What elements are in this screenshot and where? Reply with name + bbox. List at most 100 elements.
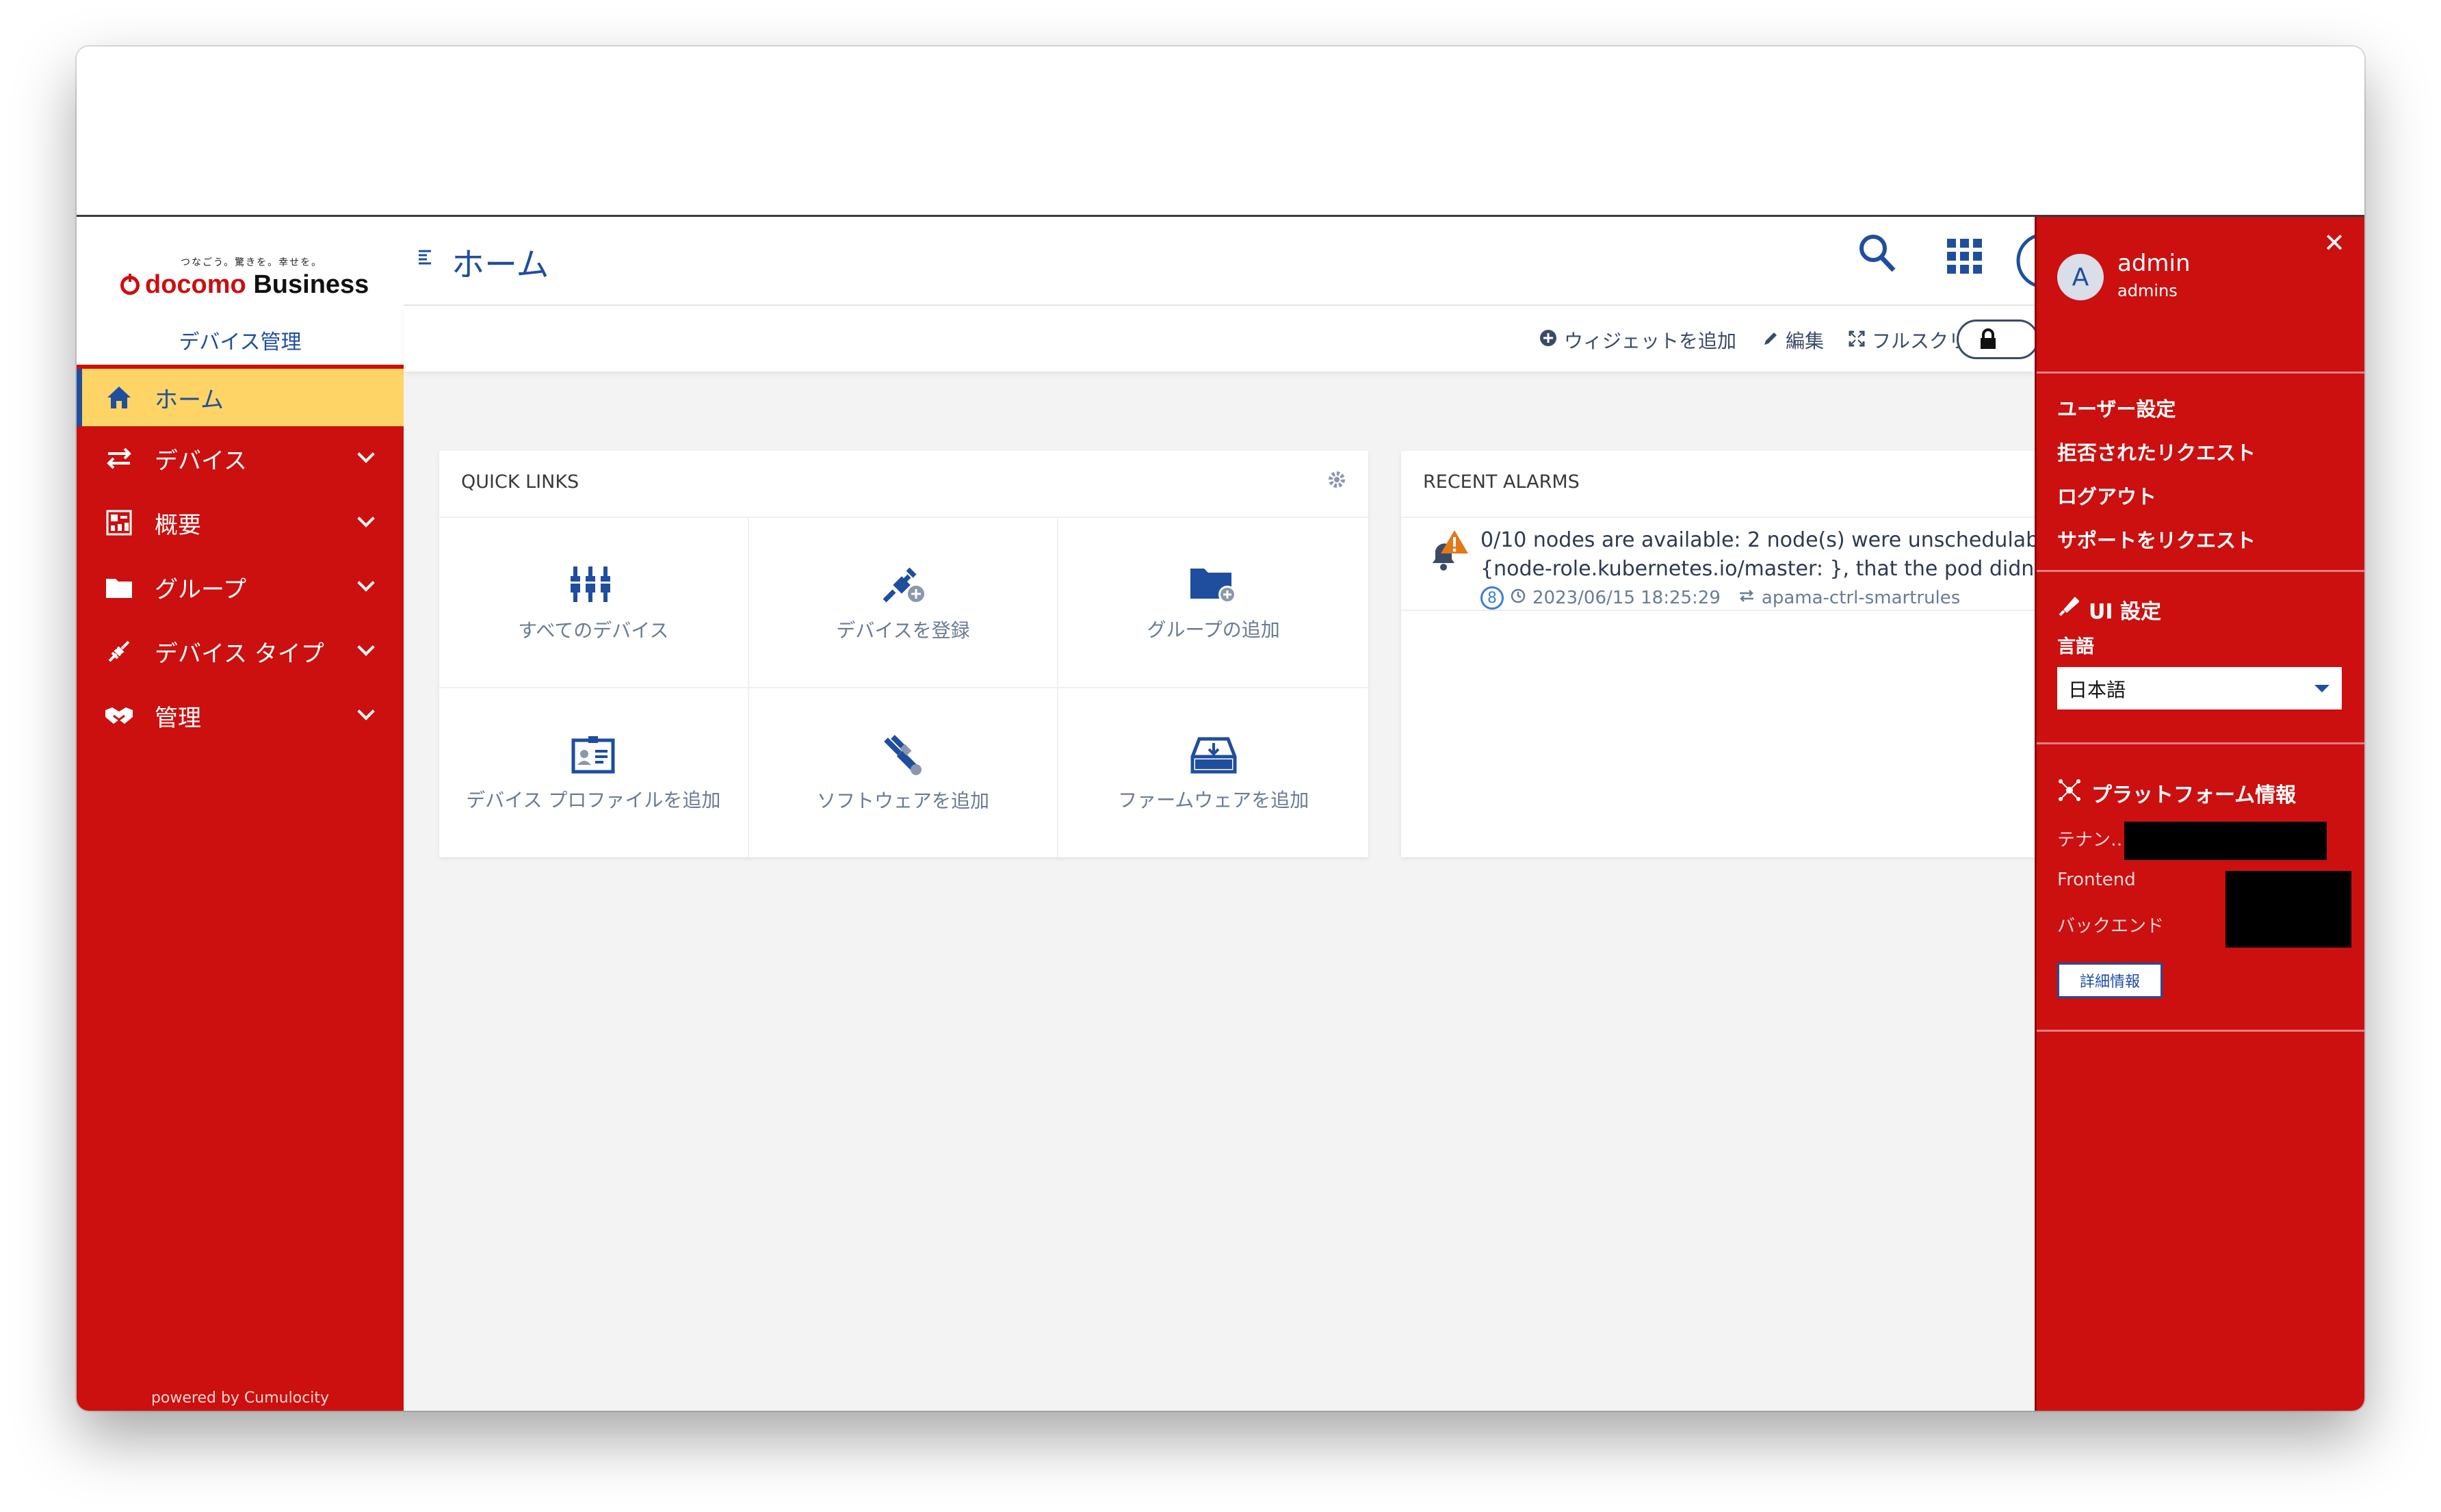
action-bar: ウィジェットを追加 編集 フルスクリーン	[404, 306, 2039, 372]
add-widget-button[interactable]: ウィジェットを追加	[1539, 326, 1736, 354]
brand-name-docomo: docomo	[145, 270, 246, 299]
brand-header: つなごう。驚きを。幸せを。 docomo Business デバイス管理	[77, 217, 404, 369]
brand-logo[interactable]: docomo Business	[120, 270, 369, 300]
sidebar-item-label: デバイス タイプ	[155, 640, 324, 668]
handshake-icon	[104, 702, 134, 729]
user-settings-link[interactable]: ユーザー設定	[2057, 393, 2176, 422]
denied-requests-link[interactable]: 拒否されたリクエスト	[2057, 437, 2256, 466]
home-icon	[104, 384, 134, 411]
sidebar-item-devices[interactable]: デバイス	[77, 426, 404, 491]
quick-link-add-group[interactable]: グループの追加	[1058, 517, 1368, 687]
transfer-icon	[1738, 588, 1755, 608]
paint-brush-icon	[2057, 596, 2080, 623]
quick-links-title: QUICK LINKS	[461, 471, 579, 493]
divider	[2037, 742, 2364, 744]
quick-link-add-software[interactable]: ソフトウェアを追加	[748, 687, 1059, 857]
alarm-message[interactable]: 0/10 nodes are available: 2 node(s) were…	[1480, 526, 2041, 584]
details-button[interactable]: 詳細情報	[2057, 963, 2163, 998]
language-select[interactable]: 日本語	[2057, 667, 2342, 709]
request-support-link[interactable]: サポートをリクエスト	[2057, 525, 2256, 553]
sidebar-item-label: ホーム	[155, 386, 224, 414]
quick-link-add-device-profile[interactable]: デバイス プロファイルを追加	[439, 687, 749, 857]
logout-link[interactable]: ログアウト	[2057, 481, 2156, 510]
page-title: ホーム	[452, 246, 549, 284]
language-label: 言語	[2057, 636, 2094, 657]
powered-by: powered by Cumulocity	[151, 1390, 330, 1407]
sidebar-item-device-types[interactable]: デバイス タイプ	[77, 619, 404, 683]
sidebar-item-label: 管理	[155, 704, 201, 732]
divider	[2037, 372, 2364, 374]
add-widget-label: ウィジェットを追加	[1564, 330, 1737, 352]
backend-label: バックエンド	[2057, 916, 2165, 937]
user-group: admins	[2117, 281, 2178, 300]
sidebar-item-groups[interactable]: グループ	[77, 555, 404, 619]
chevron-down-icon	[357, 574, 375, 592]
lock-icon	[1978, 328, 2000, 350]
app-window: つなごう。驚きを。幸せを。 docomo Business デバイス管理 ホーム…	[77, 47, 2364, 1411]
recent-alarms-title: RECENT ALARMS	[1423, 471, 1580, 493]
quick-link-label: ファームウェアを追加	[1118, 788, 1309, 811]
platform-info-title: プラットフォーム情報	[2091, 783, 2297, 807]
recent-alarms-card: RECENT ALARMS 0/10 nodes are available: …	[1401, 451, 2050, 857]
register-device-icon	[879, 562, 927, 609]
clock-icon	[1511, 588, 1526, 608]
sidebar-item-label: 概要	[155, 511, 201, 539]
plug-icon	[104, 638, 134, 665]
alarm-count-badge: 8	[1480, 586, 1504, 610]
alarm-message-line1: 0/10 nodes are available: 2 node(s) were…	[1480, 528, 2041, 552]
language-select-value: 日本語	[2068, 679, 2126, 701]
sidebar: つなごう。驚きを。幸せを。 docomo Business デバイス管理 ホーム…	[77, 217, 404, 1411]
app-shell: つなごう。驚きを。幸せを。 docomo Business デバイス管理 ホーム…	[77, 217, 2364, 1411]
network-icon	[2057, 778, 2082, 808]
quick-links-grid: すべてのデバイス デバイスを登録 グループの追加 デバイス プロファイルを追加 …	[439, 517, 1368, 857]
sidebar-item-overview[interactable]: 概要	[77, 491, 404, 555]
top-bar: ホーム	[404, 217, 2072, 306]
devices-icon	[569, 562, 617, 609]
quick-link-register-device[interactable]: デバイスを登録	[748, 517, 1059, 687]
sidebar-item-label: グループ	[155, 575, 246, 603]
expand-icon	[1849, 329, 1865, 352]
transfer-icon	[104, 445, 134, 472]
alarm-source[interactable]: apama-ctrl-smartrules	[1762, 588, 1960, 608]
edit-label: 編集	[1786, 330, 1825, 352]
quick-link-label: グループの追加	[1147, 618, 1280, 641]
app-name: デバイス管理	[179, 330, 302, 354]
divider	[2037, 570, 2364, 572]
sidebar-item-admin[interactable]: 管理	[77, 683, 404, 748]
ui-settings-heading: UI 設定	[2057, 595, 2161, 625]
docomo-logo-icon	[120, 273, 140, 295]
profile-icon	[569, 733, 617, 779]
chevron-down-icon	[357, 445, 375, 463]
alarm-message-line2: {node-role.kubernetes.io/master: }, that…	[1480, 557, 2041, 581]
app-switcher-icon[interactable]	[1946, 237, 1984, 278]
alarm-bell-warning-icon	[1426, 529, 1471, 577]
close-icon[interactable]: ✕	[2323, 228, 2345, 258]
avatar: A	[2057, 254, 2104, 300]
quick-link-all-devices[interactable]: すべてのデバイス	[439, 517, 749, 687]
firmware-icon	[1190, 733, 1238, 779]
platform-info-heading: プラットフォーム情報	[2057, 778, 2296, 808]
dashboard-lock-toggle[interactable]	[1957, 320, 2039, 359]
window-titlebar	[77, 47, 2364, 217]
sidebar-item-label: デバイス	[155, 447, 247, 475]
software-icon	[879, 733, 927, 779]
gear-icon[interactable]	[1327, 470, 1346, 492]
quick-link-add-firmware[interactable]: ファームウェアを追加	[1058, 687, 1368, 857]
frontend-label: Frontend	[2057, 870, 2136, 890]
quick-link-label: すべてのデバイス	[518, 618, 669, 642]
chevron-down-icon	[357, 510, 375, 527]
chevron-down-icon	[357, 638, 375, 656]
quick-link-label: デバイスを登録	[836, 618, 970, 642]
user-name: admin	[2117, 250, 2191, 277]
search-icon[interactable]	[1857, 232, 1898, 278]
ui-settings-title: UI 設定	[2089, 600, 2161, 624]
divider	[2037, 1030, 2364, 1032]
folder-icon	[104, 573, 134, 601]
edit-button[interactable]: 編集	[1762, 326, 1824, 354]
chevron-down-icon	[357, 703, 375, 720]
list-icon[interactable]	[417, 248, 435, 266]
alarm-time: 2023/06/15 18:25:29	[1532, 588, 1721, 608]
quick-link-label: デバイス プロファイルを追加	[466, 788, 721, 811]
sidebar-item-home[interactable]: ホーム	[77, 369, 404, 426]
add-folder-icon	[1189, 563, 1238, 608]
